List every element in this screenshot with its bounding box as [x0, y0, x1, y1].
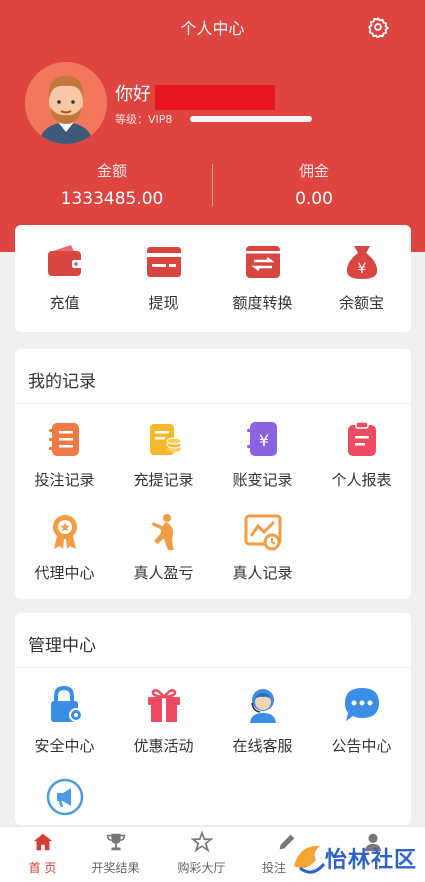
profile-header: 个人中心 你好 等级：VIP8 金额 1333485.00 佣金 0.00: [0, 0, 425, 252]
headset-agent-icon: [249, 689, 276, 723]
withdraw-label: 提现: [148, 294, 179, 312]
coin-clipboard-icon: [149, 424, 181, 455]
deposit-withdraw-record-button[interactable]: 充提记录: [114, 419, 213, 490]
dancer-icon: [151, 514, 174, 550]
tab-lottery-results-label: 开奖结果: [91, 861, 140, 875]
promotions-button[interactable]: 优惠活动: [114, 685, 213, 756]
tab-lottery-results[interactable]: 开奖结果: [73, 831, 158, 876]
management-card: 管理中心 安全中心 优惠活动 在线客服 公告中心: [15, 613, 411, 825]
commission-stat: 佣金 0.00: [208, 160, 420, 209]
commission-label: 佣金: [298, 162, 329, 180]
agent-center-button[interactable]: 代理中心: [15, 512, 114, 583]
announcement-center-label: 公告中心: [331, 737, 392, 755]
home-icon: [33, 833, 52, 851]
records-title: 我的记录: [28, 372, 96, 392]
chart-clock-icon: [244, 514, 281, 551]
yen-book-icon: ¥: [246, 422, 277, 456]
lock-gear-icon: [50, 685, 83, 722]
bet-record-button[interactable]: 投注记录: [15, 419, 114, 490]
recharge-button[interactable]: 充值: [15, 242, 114, 313]
greeting: 你好: [115, 84, 151, 105]
transfer-button[interactable]: 额度转换: [213, 242, 312, 313]
balance-change-record-label: 账变记录: [232, 471, 293, 489]
agent-center-label: 代理中心: [34, 564, 95, 582]
avatar[interactable]: [25, 62, 107, 144]
personal-report-button[interactable]: 个人报表: [312, 419, 411, 490]
withdraw-button[interactable]: 提现: [114, 242, 213, 313]
records-card: 我的记录 投注记录 充提记录 ¥ 账变记录 个人报表 代理中心 真人盈亏 真人记…: [15, 349, 411, 599]
security-center-label: 安全中心: [34, 737, 95, 755]
level-progress-bar: [190, 116, 312, 122]
wallet-icon: [47, 245, 82, 276]
announcement-center-button[interactable]: 公告中心: [312, 685, 411, 756]
watermark-text: 怡林社区: [325, 848, 418, 873]
amount-label: 金额: [96, 162, 127, 180]
tab-lottery-hall-label: 购彩大厅: [177, 861, 226, 875]
transfer-label: 额度转换: [232, 294, 293, 312]
live-record-label: 真人记录: [232, 564, 293, 582]
records-divider: [15, 403, 411, 404]
svg-text:¥: ¥: [357, 261, 366, 277]
deposit-withdraw-record-label: 充提记录: [133, 471, 194, 489]
management-divider: [15, 667, 411, 668]
username-redacted: [155, 85, 275, 110]
money-bag-icon: ¥: [346, 246, 377, 279]
yuebao-label: 余额宝: [338, 294, 384, 312]
commission-value: 0.00: [295, 189, 333, 209]
gift-icon: [147, 689, 180, 722]
page-title: 个人中心: [180, 19, 245, 38]
promotions-label: 优惠活动: [133, 737, 194, 755]
security-center-button[interactable]: 安全中心: [15, 685, 114, 756]
recharge-label: 充值: [49, 294, 80, 312]
broadcast-button[interactable]: [15, 777, 114, 817]
management-title: 管理中心: [28, 636, 96, 656]
bet-record-icon: [48, 423, 79, 456]
personal-report-label: 个人报表: [331, 471, 392, 489]
balance-change-record-button[interactable]: ¥ 账变记录: [213, 419, 312, 490]
live-profit-label: 真人盈亏: [133, 564, 194, 582]
vip-level: 等级：VIP8: [115, 113, 173, 126]
trophy-icon: [106, 833, 125, 851]
card-icon: [146, 247, 181, 277]
chat-bubble-icon: [344, 688, 379, 721]
tab-lottery-hall[interactable]: 购彩大厅: [159, 831, 244, 876]
amount-value: 1333485.00: [60, 189, 164, 209]
medal-icon: [52, 515, 77, 549]
star-icon: [190, 831, 213, 853]
quick-actions-card: 充值 提现 额度转换 ¥ 余额宝: [15, 225, 411, 332]
yuebao-button[interactable]: ¥ 余额宝: [312, 242, 411, 313]
report-icon: [347, 421, 376, 456]
bet-record-label: 投注记录: [34, 471, 95, 489]
megaphone-icon: [46, 778, 83, 816]
live-profit-button[interactable]: 真人盈亏: [114, 512, 213, 583]
transfer-icon: [245, 246, 280, 278]
live-record-button[interactable]: 真人记录: [213, 512, 312, 583]
gear-icon[interactable]: [367, 16, 389, 38]
svg-text:¥: ¥: [258, 431, 268, 450]
amount-stat: 金额 1333485.00: [6, 160, 218, 209]
online-service-button[interactable]: 在线客服: [213, 685, 312, 756]
online-service-label: 在线客服: [232, 737, 293, 755]
